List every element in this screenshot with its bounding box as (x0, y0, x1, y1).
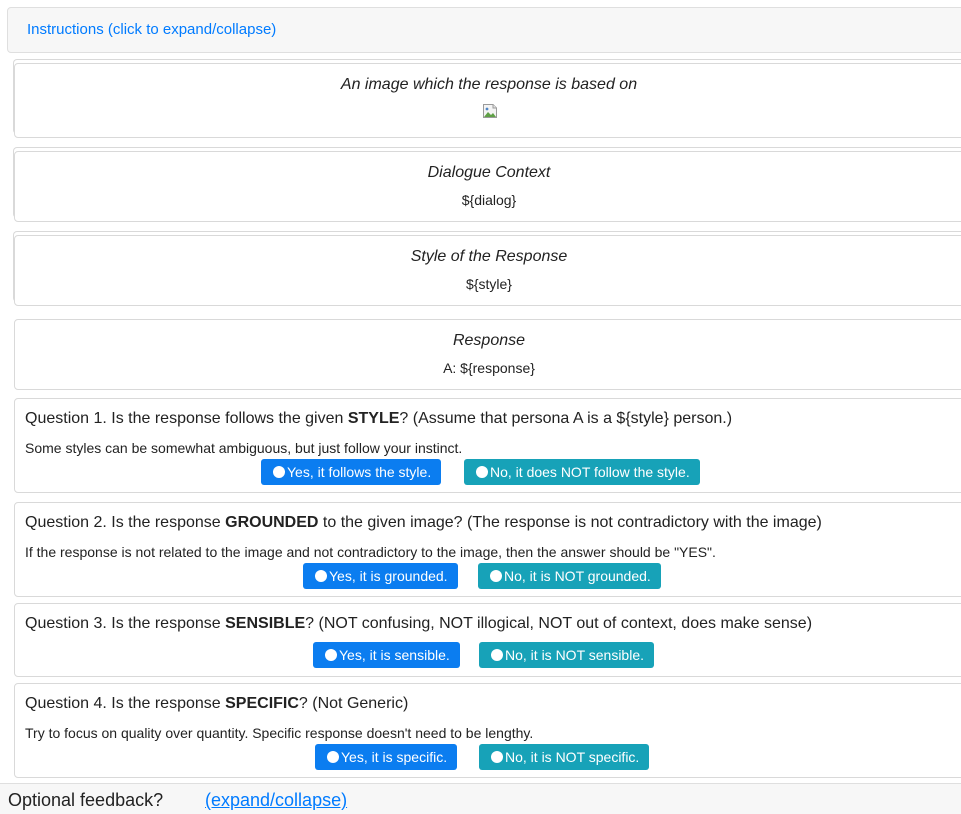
radio-icon (491, 751, 503, 763)
question-1-no-button[interactable]: No, it does NOT follow the style. (464, 459, 700, 485)
question-4-yes-button[interactable]: Yes, it is specific. (315, 744, 458, 770)
response-style-title: Style of the Response (410, 248, 568, 265)
instructions-toggle-link[interactable]: Instructions (click to expand/collapse) (27, 21, 276, 38)
question-3-yes-button[interactable]: Yes, it is sensible. (313, 642, 460, 668)
radio-icon (476, 466, 488, 478)
question-2-title: Question 2. Is the response GROUNDED to … (25, 514, 822, 531)
question-3-title: Question 3. Is the response SENSIBLE? (N… (25, 615, 813, 632)
image-card-title: An image which the response is based on (340, 76, 638, 93)
dialogue-context-title: Dialogue Context (427, 164, 551, 181)
response-value: A: ${response} (443, 360, 535, 376)
instructions-panel: Instructions (click to expand/collapse) (7, 7, 961, 53)
question-1-yes-button[interactable]: Yes, it follows the style. (261, 459, 442, 485)
question-4-no-button[interactable]: No, it is NOT specific. (479, 744, 650, 770)
response-card: Response A: ${response} (14, 319, 961, 390)
radio-icon (273, 466, 285, 478)
question-2-hint: If the response is not related to the im… (25, 544, 716, 560)
radio-icon (327, 751, 339, 763)
broken-image-icon (483, 104, 497, 118)
radio-icon (491, 649, 503, 661)
response-style-card: Style of the Response ${style} (14, 235, 961, 306)
radio-icon (315, 570, 327, 582)
response-title: Response (452, 332, 526, 349)
question-3-no-button[interactable]: No, it is NOT sensible. (479, 642, 655, 668)
question-4-title: Question 4. Is the response SPECIFIC? (N… (25, 695, 409, 712)
question-1-card: Question 1. Is the response follows the … (14, 398, 961, 493)
question-4-card: Question 4. Is the response SPECIFIC? (N… (14, 683, 961, 778)
radio-icon (325, 649, 337, 661)
question-2-yes-button[interactable]: Yes, it is grounded. (303, 563, 458, 589)
response-style-value: ${style} (466, 276, 512, 292)
radio-icon (490, 570, 502, 582)
dialogue-context-value: ${dialog} (461, 192, 517, 208)
question-2-card: Question 2. Is the response GROUNDED to … (14, 502, 961, 597)
hit-page: Instructions (click to expand/collapse) … (0, 0, 961, 814)
feedback-toggle-link[interactable]: (expand/collapse) (205, 790, 347, 811)
dialogue-context-card: Dialogue Context ${dialog} (14, 151, 961, 222)
image-card: An image which the response is based on (14, 63, 961, 138)
optional-feedback-label: Optional feedback? (8, 790, 164, 810)
question-1-title: Question 1. Is the response follows the … (25, 410, 733, 427)
question-4-hint: Try to focus on quality over quantity. S… (25, 725, 534, 741)
question-3-card: Question 3. Is the response SENSIBLE? (N… (14, 603, 961, 677)
question-1-hint: Some styles can be somewhat ambiguous, b… (25, 440, 463, 456)
optional-feedback-bar: Optional feedback? (expand/collapse) (0, 783, 961, 814)
question-2-no-button[interactable]: No, it is NOT grounded. (478, 563, 661, 589)
